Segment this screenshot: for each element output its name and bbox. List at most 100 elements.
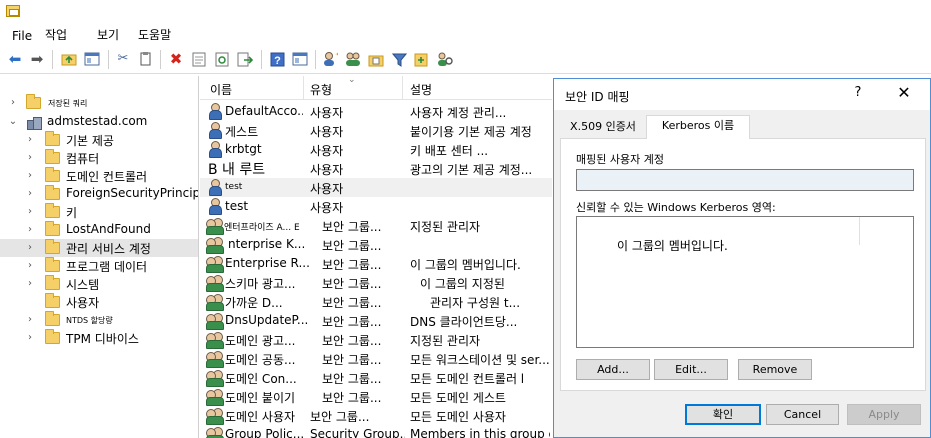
- ok-button[interactable]: 확인: [685, 404, 761, 425]
- expand-caret-icon[interactable]: ›: [25, 188, 35, 200]
- tree-item-computers[interactable]: › 컴퓨터: [0, 149, 198, 167]
- tree-item-tpm-devices[interactable]: › TPM 디바이스: [0, 329, 198, 347]
- new-group-icon[interactable]: [344, 51, 362, 67]
- expand-caret-icon[interactable]: ›: [25, 206, 35, 218]
- delete-icon[interactable]: ✖: [167, 51, 185, 67]
- tree-item-lost-and-found[interactable]: › LostAndFound: [0, 221, 198, 239]
- tree-item-domain-controllers[interactable]: › 도메인 컨트롤러: [0, 167, 198, 185]
- new-user-icon[interactable]: ✦: [321, 51, 339, 67]
- up-folder-icon[interactable]: [60, 51, 78, 67]
- menu-help[interactable]: 도움말: [138, 26, 171, 43]
- row-name: test: [225, 199, 249, 213]
- list-row[interactable]: B 내 루트 사용자 광고의 기본 제공 계정...: [200, 159, 552, 178]
- tree-item-foreign-security-principals[interactable]: › ForeignSecurityPrincipals: [0, 185, 198, 203]
- expand-caret-icon[interactable]: ›: [8, 97, 18, 109]
- copy-icon[interactable]: [136, 51, 154, 67]
- list-item[interactable]: 이 그룹의 멤버입니다.: [617, 237, 728, 254]
- back-arrow-icon[interactable]: ⬅: [6, 51, 24, 67]
- column-header-name[interactable]: 이름: [210, 81, 232, 98]
- tree-item-managed-service-accounts[interactable]: › 관리 서비스 계정: [0, 239, 198, 257]
- help-icon[interactable]: ?: [268, 51, 286, 67]
- tab-kerberos-names[interactable]: Kerberos 이름: [646, 115, 750, 139]
- list-row[interactable]: 가까운 D... 보안 그룹... 관리자 구성원 t...: [200, 292, 552, 311]
- list-row[interactable]: 도메인 Con... 보안 그룹... 모든 도메인 컨트롤러 l: [200, 368, 552, 387]
- filter-icon[interactable]: [390, 51, 408, 67]
- row-name: 도메인 공동...: [225, 353, 296, 367]
- collapse-caret-icon[interactable]: ⌄: [8, 116, 18, 128]
- list-row[interactable]: 엔터프라이즈 A... E 보안 그룹... 지정된 관리자: [200, 216, 552, 235]
- list-row[interactable]: DnsUpdateP... 보안 그룹... DNS 클라이언트당...: [200, 311, 552, 330]
- list-row[interactable]: 도메인 사용자 보안 그룹... 모든 도메인 사용자: [200, 406, 552, 425]
- trusted-realms-list[interactable]: 이 그룹의 멤버입니다.: [576, 216, 914, 348]
- list-row[interactable]: 게스트 사용자 붙이기용 기본 제공 계정: [200, 121, 552, 140]
- refresh-icon[interactable]: [213, 51, 231, 67]
- column-divider[interactable]: [303, 76, 304, 100]
- tree-item-system[interactable]: › 시스템: [0, 275, 198, 293]
- properties-icon[interactable]: [190, 51, 208, 67]
- menu-view[interactable]: 보기: [97, 26, 119, 43]
- expand-caret-icon[interactable]: ›: [25, 242, 35, 254]
- column-header-type[interactable]: 유형: [310, 81, 332, 98]
- tree-item-saved-queries[interactable]: › 저장된 쿼리: [0, 94, 198, 112]
- group-icon: [206, 217, 224, 235]
- list-row[interactable]: Group Polic... Security Group... Members…: [200, 425, 552, 438]
- row-description: DNS 클라이언트당...: [410, 315, 518, 329]
- row-name: DefaultAcco...: [225, 104, 303, 118]
- expand-caret-icon[interactable]: ›: [25, 224, 35, 236]
- find-icon[interactable]: [436, 51, 454, 67]
- object-list: 이름 유형 ⌄ 설명 DefaultAcco... 사용자 사용자 계정 관리.…: [200, 76, 552, 438]
- expand-caret-icon[interactable]: ›: [25, 332, 35, 344]
- forward-arrow-icon[interactable]: ➡: [28, 51, 46, 67]
- expand-caret-icon[interactable]: ›: [25, 134, 35, 146]
- toolbar-separator: [52, 50, 53, 69]
- domain-icon: [26, 115, 42, 130]
- expand-caret-icon[interactable]: ›: [25, 278, 35, 290]
- add-to-group-icon[interactable]: [413, 51, 431, 67]
- cancel-button[interactable]: Cancel: [766, 404, 839, 425]
- list-row[interactable]: Enterprise R... 보안 그룹... 이 그룹의 멤버입니다.: [200, 254, 552, 273]
- list-row[interactable]: krbtgt 사용자 키 배포 센터 ...: [200, 140, 552, 159]
- tree-item-keys[interactable]: › 키: [0, 203, 198, 221]
- tree-item-users[interactable]: 사용자: [0, 293, 198, 311]
- edit-button[interactable]: Edit...: [654, 359, 728, 380]
- menu-file[interactable]: File: [12, 29, 32, 43]
- tree-item-domain[interactable]: ⌄ admstestad.com: [0, 113, 198, 131]
- tree-item-program-data[interactable]: › 프로그램 데이터: [0, 257, 198, 275]
- list-row[interactable]: nterprise K... 보안 그룹...: [200, 235, 552, 254]
- console-icon[interactable]: [291, 51, 309, 67]
- list-row[interactable]: 도메인 광고... 보안 그룹... 지정된 관리자: [200, 330, 552, 349]
- list-row[interactable]: 스키마 광고... 보안 그룹... 이 그룹의 지정된: [200, 273, 552, 292]
- row-name: 엔터프라이즈 A... E: [224, 223, 300, 233]
- expand-caret-icon[interactable]: ›: [25, 260, 35, 272]
- list-row[interactable]: DefaultAcco... 사용자 사용자 계정 관리...: [200, 102, 552, 121]
- toolbar: ⬅ ➡ ✂ ✖ ? ✦: [0, 46, 931, 74]
- cut-icon[interactable]: ✂: [114, 51, 132, 67]
- menu-action[interactable]: 작업: [45, 26, 67, 43]
- column-divider[interactable]: [402, 76, 403, 100]
- close-icon[interactable]: ✕: [894, 83, 914, 102]
- add-button[interactable]: Add...: [576, 359, 650, 380]
- list-row[interactable]: 도메인 붙이기 보안 그룹... 모든 도메인 게스트: [200, 387, 552, 406]
- tab-x509-certificates[interactable]: X.509 인증서: [560, 117, 646, 139]
- list-row[interactable]: test 사용자: [200, 178, 552, 197]
- export-list-icon[interactable]: [236, 51, 254, 67]
- list-row[interactable]: 도메인 공동... 보안 그룹... 모든 워크스테이션 및 ser...: [200, 349, 552, 368]
- tree-item-ntds-quotas[interactable]: › NTDS 할당량: [0, 311, 198, 329]
- row-description: Members in this group c...: [410, 427, 550, 438]
- remove-button[interactable]: Remove: [738, 359, 812, 380]
- list-row[interactable]: test 사용자: [200, 197, 552, 216]
- row-description: 지정된 관리자: [410, 220, 481, 234]
- tree-item-builtin[interactable]: › 기본 제공: [0, 131, 198, 149]
- expand-caret-icon[interactable]: ›: [25, 170, 35, 182]
- apply-button[interactable]: Apply: [847, 404, 921, 425]
- show-hide-tree-icon[interactable]: [83, 51, 101, 67]
- mapped-account-field[interactable]: [576, 169, 914, 191]
- expand-caret-icon[interactable]: ›: [25, 314, 35, 326]
- row-type: 보안 그룹...: [322, 296, 382, 310]
- folder-icon: [45, 149, 60, 164]
- column-header-description[interactable]: 설명: [410, 81, 432, 98]
- help-icon[interactable]: ?: [850, 85, 866, 100]
- folder-icon: [45, 203, 60, 218]
- expand-caret-icon[interactable]: ›: [25, 152, 35, 164]
- new-ou-icon[interactable]: [367, 51, 385, 67]
